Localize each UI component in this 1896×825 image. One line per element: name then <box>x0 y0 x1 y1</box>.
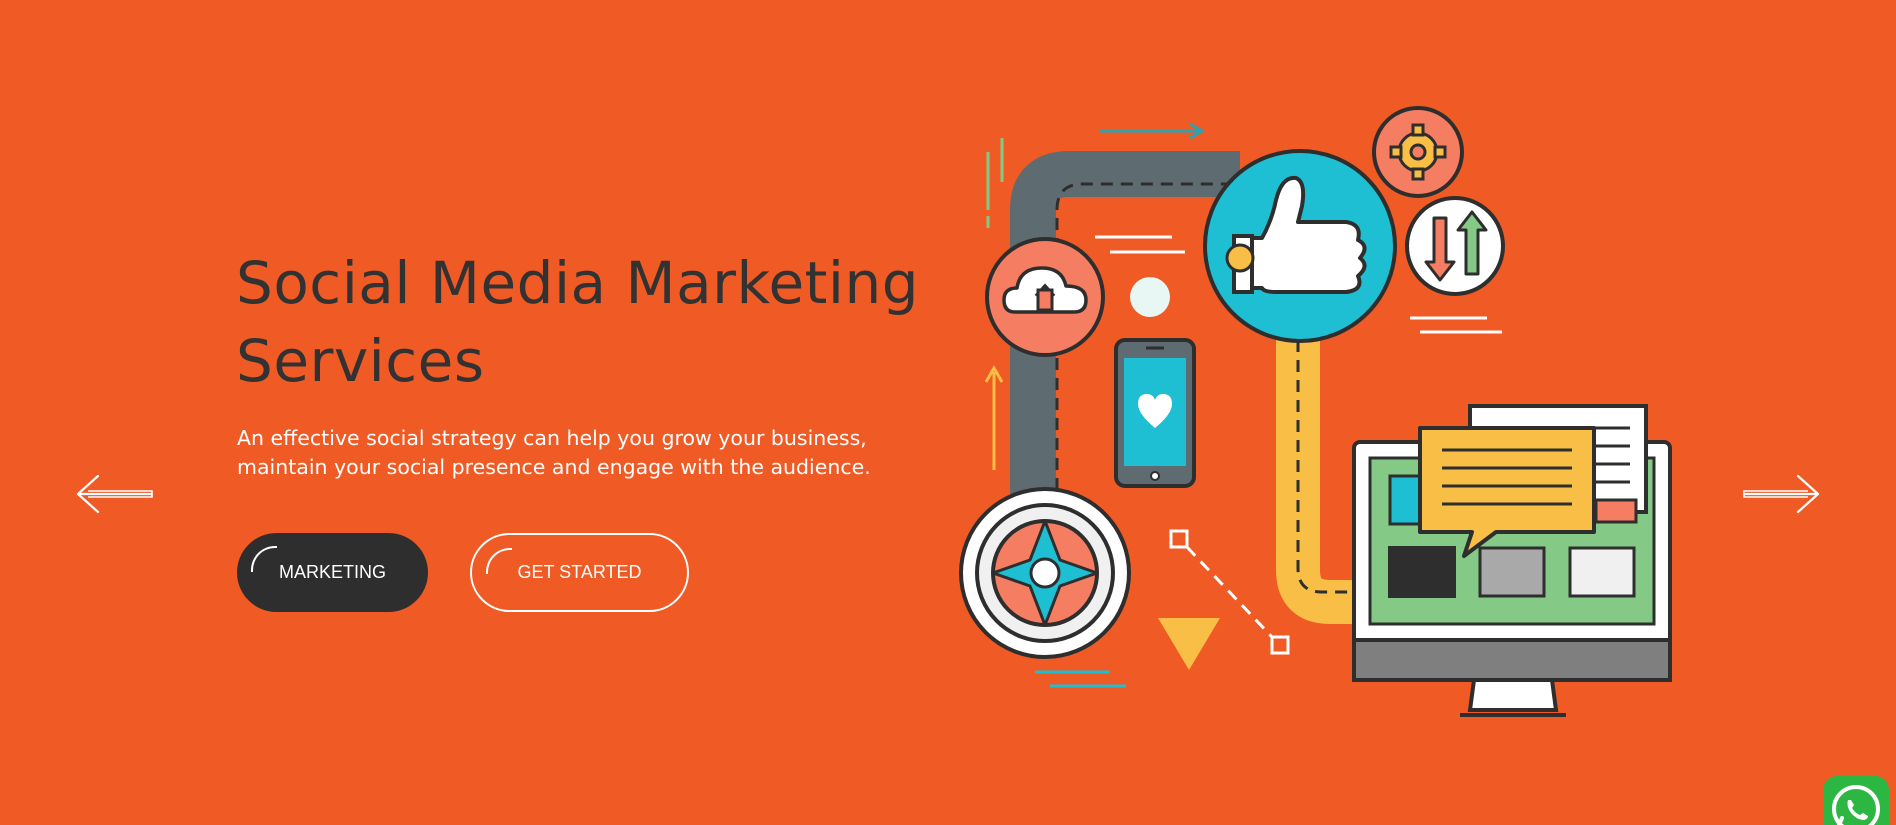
social-media-illustration <box>959 106 1672 717</box>
get-started-button[interactable]: GET STARTED <box>470 533 689 612</box>
arrow-right-icon <box>1743 474 1820 514</box>
next-slide-button[interactable] <box>1742 470 1824 518</box>
whatsapp-icon <box>1832 785 1880 825</box>
whatsapp-button[interactable] <box>1823 776 1889 825</box>
hero-slider: Social Media Marketing Services An effec… <box>0 0 1896 825</box>
arrow-left-icon <box>76 474 153 514</box>
hero-title: Social Media Marketing Services <box>236 249 920 395</box>
swoosh-decoration <box>251 546 277 572</box>
prev-slide-button[interactable] <box>72 470 154 518</box>
marketing-button[interactable]: MARKETING <box>237 533 428 612</box>
get-started-button-label: GET STARTED <box>517 562 642 582</box>
swoosh-decoration <box>486 548 512 574</box>
hero-description: An effective social strategy can help yo… <box>237 426 871 479</box>
marketing-button-label: MARKETING <box>278 562 386 582</box>
